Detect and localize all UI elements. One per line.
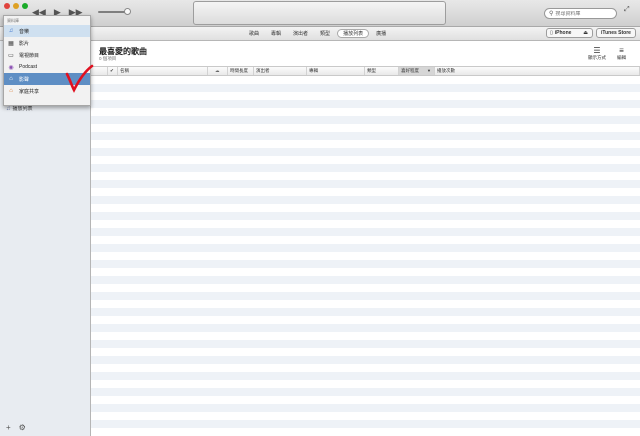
device-button[interactable]: ▯ iPhone ⏏ [546, 28, 593, 38]
view-options-icon: ☰ [593, 46, 601, 55]
column-header-label: 類型 [367, 68, 376, 73]
music-note-icon: ♫ [8, 28, 14, 34]
library-menu-item-1[interactable]: ▦ 影片 [4, 37, 90, 49]
library-menu-item-3[interactable]: ◉ Podcast [4, 61, 90, 73]
tab-0[interactable]: 歌曲 [244, 29, 264, 38]
film-icon: ▦ [8, 40, 14, 47]
nav-bar: 歌曲 專輯 演出者 類型 播放列表 廣播 ▯ iPhone ⏏ iTunes Store [0, 27, 640, 41]
tv-icon: ▭ [8, 52, 14, 59]
toolbar: ◀◀ ▶ ▶▶ ⚲ ⤢ [0, 0, 640, 27]
search-input[interactable] [553, 10, 608, 17]
column-header-label: 演出者 [256, 68, 270, 73]
column-header-3[interactable]: ☁ [208, 67, 228, 75]
edit-button[interactable]: ≡ 編輯 [617, 46, 626, 61]
song-list[interactable] [91, 76, 640, 436]
main-content: 最喜愛的歌曲 0 個項目 ☰ 顯示方式 ≡ 編輯 ✔ 名稱 ☁ 時間長度 演出者 專輯 類型… [91, 41, 640, 436]
view-options-button[interactable]: ☰ 顯示方式 [588, 46, 606, 61]
library-popup-menu: 資料庫 ♫ 音樂 ▦ 影片 ▭ 電視節目 ◉ Podcast ⌂ 影聲 ⌂ 家庭共享 [3, 15, 91, 106]
fullscreen-icon[interactable]: ⤢ [624, 6, 630, 14]
column-header-1[interactable]: ✔ [108, 67, 118, 75]
zoom-window-button[interactable] [22, 3, 28, 9]
column-header-6[interactable]: 專輯 [307, 67, 365, 75]
itunes-u-icon: ⌂ [9, 76, 13, 82]
column-header-label: 喜好程度 [401, 68, 419, 73]
sidebar-item-playlists[interactable]: ♫ 播放列表 [6, 105, 33, 113]
nav-tabs: 歌曲 專輯 演出者 類型 播放列表 廣播 [244, 29, 391, 38]
library-menu-item-label: 家庭共享 [19, 88, 40, 95]
sort-descending-icon: ▼ [427, 68, 431, 73]
library-menu-item-label: 影片 [19, 40, 30, 47]
column-header-2[interactable]: 名稱 [118, 67, 208, 75]
column-header-7[interactable]: 類型 [365, 67, 399, 75]
column-header-label: 播放次數 [437, 68, 455, 73]
minimize-window-button[interactable] [13, 3, 19, 9]
column-header-5[interactable]: 演出者 [254, 67, 307, 75]
library-menu-item-2[interactable]: ▭ 電視節目 [4, 49, 90, 61]
device-label: iPhone [554, 30, 572, 36]
library-menu-item-4[interactable]: ⌂ 影聲 [4, 73, 90, 85]
playlist-icon: ♫ [6, 105, 11, 112]
volume-slider-knob[interactable] [124, 8, 131, 15]
eject-icon[interactable]: ⏏ [583, 30, 588, 36]
column-header-9[interactable]: 播放次數 [435, 67, 640, 75]
tab-4[interactable]: 播放列表 [337, 29, 370, 38]
library-menu-item-label: 影聲 [19, 76, 30, 83]
status-display [193, 1, 446, 25]
column-header-0[interactable] [91, 67, 108, 75]
library-menu-header: 資料庫 [7, 18, 19, 23]
view-options-label: 顯示方式 [588, 55, 606, 60]
library-menu-item-0[interactable]: ♫ 音樂 [4, 25, 90, 37]
gear-icon[interactable]: ⚙ [19, 423, 26, 432]
sidebar-bottom-bar: + ⚙ [6, 423, 26, 432]
window-controls [4, 3, 28, 9]
library-menu-item-label: 音樂 [19, 28, 30, 35]
column-header-label: ✔ [110, 68, 114, 73]
column-header-label: 專輯 [309, 68, 318, 73]
tab-2[interactable]: 演出者 [288, 29, 313, 38]
itunes-store-button[interactable]: iTunes Store [596, 28, 636, 38]
tab-1[interactable]: 專輯 [266, 29, 286, 38]
iphone-icon: ▯ [550, 30, 553, 36]
item-count: 0 個項目 [99, 56, 117, 61]
podcast-icon: ◉ [8, 64, 14, 71]
column-header-row: ✔ 名稱 ☁ 時間長度 演出者 專輯 類型 喜好程度 ▼ 播放次數 [91, 66, 640, 76]
column-header-label: 時間長度 [230, 68, 248, 73]
column-header-label: 名稱 [120, 68, 129, 73]
home-sharing-icon: ⌂ [9, 88, 13, 94]
tab-3[interactable]: 類型 [315, 29, 335, 38]
close-window-button[interactable] [4, 3, 10, 9]
edit-playlist-icon: ≡ [619, 46, 624, 55]
icloud-icon: ☁ [215, 68, 220, 73]
tab-5[interactable]: 廣播 [371, 29, 391, 38]
sidebar-item-label: 播放列表 [12, 106, 33, 112]
search-box[interactable]: ⚲ [544, 8, 617, 19]
add-playlist-icon[interactable]: + [6, 423, 11, 432]
library-menu-item-label: 電視節目 [19, 52, 40, 59]
library-menu-item-label: Podcast [19, 64, 38, 70]
edit-label: 編輯 [617, 55, 626, 60]
column-header-4[interactable]: 時間長度 [228, 67, 254, 75]
column-header-8[interactable]: 喜好程度 ▼ [399, 67, 435, 75]
library-menu-item-5[interactable]: ⌂ 家庭共享 [4, 85, 90, 97]
